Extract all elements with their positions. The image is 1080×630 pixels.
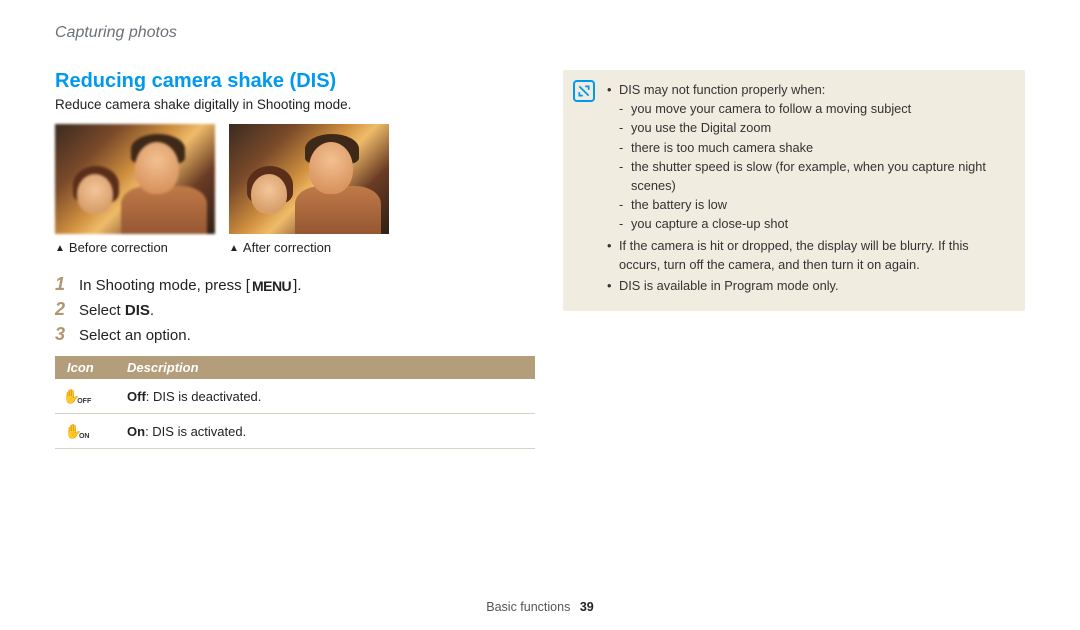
note-lead: DIS may not function properly when:: [619, 82, 825, 97]
note-box: DIS may not function properly when: you …: [563, 70, 1025, 311]
note-sub: there is too much camera shake: [619, 138, 1011, 157]
row-on-bold: On: [127, 424, 145, 439]
page-footer: Basic functions 39: [0, 600, 1080, 614]
step-2-tail: .: [150, 302, 154, 319]
photo-after: [229, 124, 389, 234]
row-off-bold: Off: [127, 389, 146, 404]
step-2: Select DIS.: [55, 298, 535, 323]
step-1: In Shooting mode, press [MENU].: [55, 273, 535, 298]
step-1-text: In Shooting mode, press [: [79, 277, 250, 294]
caption-before: Before correction: [55, 240, 215, 255]
photo-before: [55, 124, 215, 234]
note-sub: the battery is low: [619, 195, 1011, 214]
step-3: Select an option.: [55, 323, 535, 348]
options-table: Icon Description ✋OFF Off: DIS is deacti…: [55, 356, 535, 449]
note-sub: you use the Digital zoom: [619, 118, 1011, 137]
breadcrumb: Capturing photos: [55, 24, 1025, 42]
row-off-rest: : DIS is deactivated.: [146, 389, 262, 404]
steps-list: In Shooting mode, press [MENU]. Select D…: [55, 273, 535, 348]
hand-off-icon: ✋OFF: [67, 387, 87, 405]
hand-on-icon: ✋ON: [67, 422, 87, 440]
icon-sub-off: OFF: [77, 398, 91, 405]
note-item: If the camera is hit or dropped, the dis…: [607, 236, 1011, 274]
th-description: Description: [115, 356, 535, 379]
table-row: ✋OFF Off: DIS is deactivated.: [55, 379, 535, 414]
step-1-tail: ].: [293, 277, 301, 294]
note-icon: [573, 80, 595, 102]
footer-section: Basic functions: [486, 600, 570, 614]
note-item: DIS is available in Program mode only.: [607, 276, 1011, 295]
section-heading: Reducing camera shake (DIS): [55, 70, 535, 93]
step-2-bold: DIS: [125, 302, 150, 319]
step-2-text: Select: [79, 302, 125, 319]
icon-sub-on: ON: [79, 433, 90, 440]
note-sub: the shutter speed is slow (for example, …: [619, 157, 1011, 195]
note-sub: you move your camera to follow a moving …: [619, 99, 1011, 118]
comparison-photos: [55, 124, 535, 234]
table-row: ✋ON On: DIS is activated.: [55, 414, 535, 449]
caption-after: After correction: [229, 240, 389, 255]
footer-page-number: 39: [580, 600, 594, 614]
row-on-rest: : DIS is activated.: [145, 424, 246, 439]
note-sub: you capture a close-up shot: [619, 214, 1011, 233]
th-icon: Icon: [55, 356, 115, 379]
section-intro: Reduce camera shake digitally in Shootin…: [55, 97, 535, 112]
menu-chip-icon: MENU: [250, 278, 293, 294]
